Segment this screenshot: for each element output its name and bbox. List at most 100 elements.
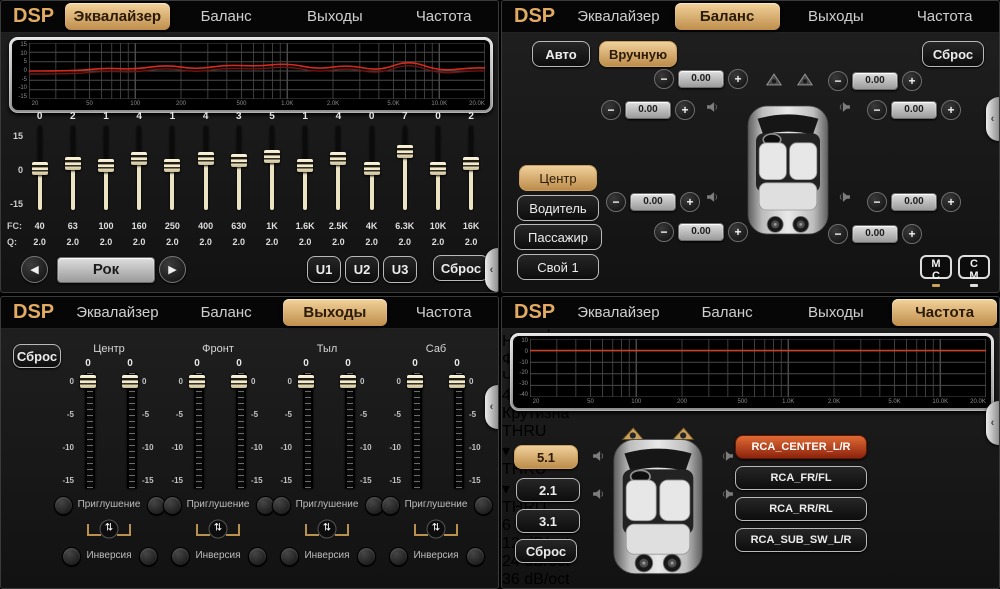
invert-right-button[interactable] (248, 547, 267, 566)
slider-knob[interactable] (364, 162, 380, 175)
slider-knob[interactable] (330, 152, 346, 165)
mute-left-button[interactable] (163, 496, 182, 515)
rca-output-button-1[interactable]: RCA_FR/FL (735, 466, 867, 490)
output-slider[interactable] (406, 373, 424, 489)
tab-frequency[interactable]: Частота (892, 3, 997, 30)
side-panel-handle[interactable]: ‹ (986, 97, 999, 141)
listening-position-4[interactable]: Свой 1 (517, 254, 599, 280)
speaker-config-5-1[interactable]: 5.1 (514, 445, 578, 469)
cm-button[interactable]: C M (958, 255, 990, 279)
output-slider[interactable] (339, 373, 357, 489)
mute-left-button[interactable] (272, 496, 291, 515)
invert-right-button[interactable] (357, 547, 376, 566)
eq-band-slider[interactable] (90, 124, 122, 216)
minus-button[interactable]: − (828, 224, 848, 244)
channel-link-toggle[interactable]: ⇅ (87, 519, 131, 539)
tab-balance[interactable]: Баланс (174, 3, 279, 30)
output-slider[interactable] (448, 373, 466, 489)
minus-button[interactable]: − (654, 222, 674, 242)
side-panel-handle[interactable]: ‹ (485, 248, 498, 292)
slider-knob[interactable] (297, 159, 313, 172)
eq-memory-button-u2[interactable]: U2 (345, 256, 379, 283)
slider-knob[interactable] (32, 162, 48, 175)
invert-left-button[interactable] (171, 547, 190, 566)
output-slider[interactable] (121, 373, 139, 489)
speaker-config-2-1[interactable]: 2.1 (516, 478, 580, 502)
mute-right-button[interactable] (474, 496, 493, 515)
plus-button[interactable]: + (728, 69, 748, 89)
listening-position-2[interactable]: Водитель (517, 195, 599, 221)
eq-band-slider[interactable] (24, 124, 56, 216)
freq-reset-button[interactable]: Сброс (515, 539, 577, 563)
channel-link-toggle[interactable]: ⇅ (414, 519, 458, 539)
balance-manual-button[interactable]: Вручную (599, 41, 677, 67)
slider-knob[interactable] (189, 375, 205, 388)
plus-button[interactable]: + (902, 224, 922, 244)
eq-band-slider[interactable] (389, 124, 421, 216)
tab-balance[interactable]: Баланс (174, 299, 279, 326)
slider-knob[interactable] (407, 375, 423, 388)
slider-knob[interactable] (264, 150, 280, 163)
side-panel-handle[interactable]: ‹ (986, 401, 999, 445)
eq-band-slider[interactable] (256, 124, 288, 216)
invert-left-button[interactable] (389, 547, 408, 566)
eq-memory-button-u3[interactable]: U3 (383, 256, 417, 283)
minus-button[interactable]: − (867, 192, 887, 212)
tab-outputs[interactable]: Выходы (283, 299, 388, 326)
minus-button[interactable]: − (828, 71, 848, 91)
tab-equalizer[interactable]: Эквалайзер (566, 3, 671, 30)
tab-equalizer[interactable]: Эквалайзер (566, 299, 671, 326)
slider-knob[interactable] (449, 375, 465, 388)
mute-left-button[interactable] (54, 496, 73, 515)
invert-right-button[interactable] (139, 547, 158, 566)
slider-knob[interactable] (98, 159, 114, 172)
slider-knob[interactable] (231, 375, 247, 388)
eq-band-slider[interactable] (356, 124, 388, 216)
preset-display[interactable]: Рок (57, 257, 155, 283)
eq-band-slider[interactable] (123, 124, 155, 216)
slider-knob[interactable] (122, 375, 138, 388)
rca-output-button-0[interactable]: RCA_CENTER_L/R (735, 435, 867, 459)
side-panel-handle[interactable]: ‹ (485, 385, 498, 429)
tab-outputs[interactable]: Выходы (784, 3, 889, 30)
tab-outputs[interactable]: Выходы (283, 3, 388, 30)
eq-memory-button-u1[interactable]: U1 (307, 256, 341, 283)
eq-band-slider[interactable] (455, 124, 487, 216)
plus-button[interactable]: + (728, 222, 748, 242)
eq-band-slider[interactable] (289, 124, 321, 216)
output-slider[interactable] (188, 373, 206, 489)
tab-frequency[interactable]: Частота (391, 299, 496, 326)
eq-band-slider[interactable] (156, 124, 188, 216)
slider-knob[interactable] (463, 157, 479, 170)
listening-position-1[interactable]: Центр (519, 165, 597, 191)
tab-equalizer[interactable]: Эквалайзер (65, 299, 170, 326)
tab-balance[interactable]: Баланс (675, 3, 780, 30)
invert-right-button[interactable] (466, 547, 485, 566)
channel-link-toggle[interactable]: ⇅ (196, 519, 240, 539)
slider-knob[interactable] (397, 145, 413, 158)
tab-equalizer[interactable]: Эквалайзер (65, 3, 170, 30)
rca-output-button-2[interactable]: RCA_RR/RL (735, 497, 867, 521)
outputs-reset-button[interactable]: Сброс (13, 344, 61, 368)
slider-knob[interactable] (131, 152, 147, 165)
slider-knob[interactable] (164, 159, 180, 172)
eq-band-slider[interactable] (422, 124, 454, 216)
eq-band-slider[interactable] (57, 124, 89, 216)
slider-knob[interactable] (430, 162, 446, 175)
preset-prev-button[interactable]: ◀ (21, 256, 48, 283)
slider-knob[interactable] (65, 157, 81, 170)
slider-knob[interactable] (298, 375, 314, 388)
slider-knob[interactable] (340, 375, 356, 388)
mc-button[interactable]: M C (920, 255, 952, 279)
preset-next-button[interactable]: ▶ (159, 256, 186, 283)
balance-auto-button[interactable]: Авто (532, 41, 590, 67)
eq-band-slider[interactable] (223, 124, 255, 216)
dropdown-option[interactable]: 36 dB/oct (502, 571, 999, 589)
invert-left-button[interactable] (62, 547, 81, 566)
minus-button[interactable]: − (654, 69, 674, 89)
mute-left-button[interactable] (381, 496, 400, 515)
plus-button[interactable]: + (680, 192, 700, 212)
tab-frequency[interactable]: Частота (892, 299, 997, 326)
eq-reset-button[interactable]: Сброс (433, 255, 489, 281)
tab-outputs[interactable]: Выходы (784, 299, 889, 326)
